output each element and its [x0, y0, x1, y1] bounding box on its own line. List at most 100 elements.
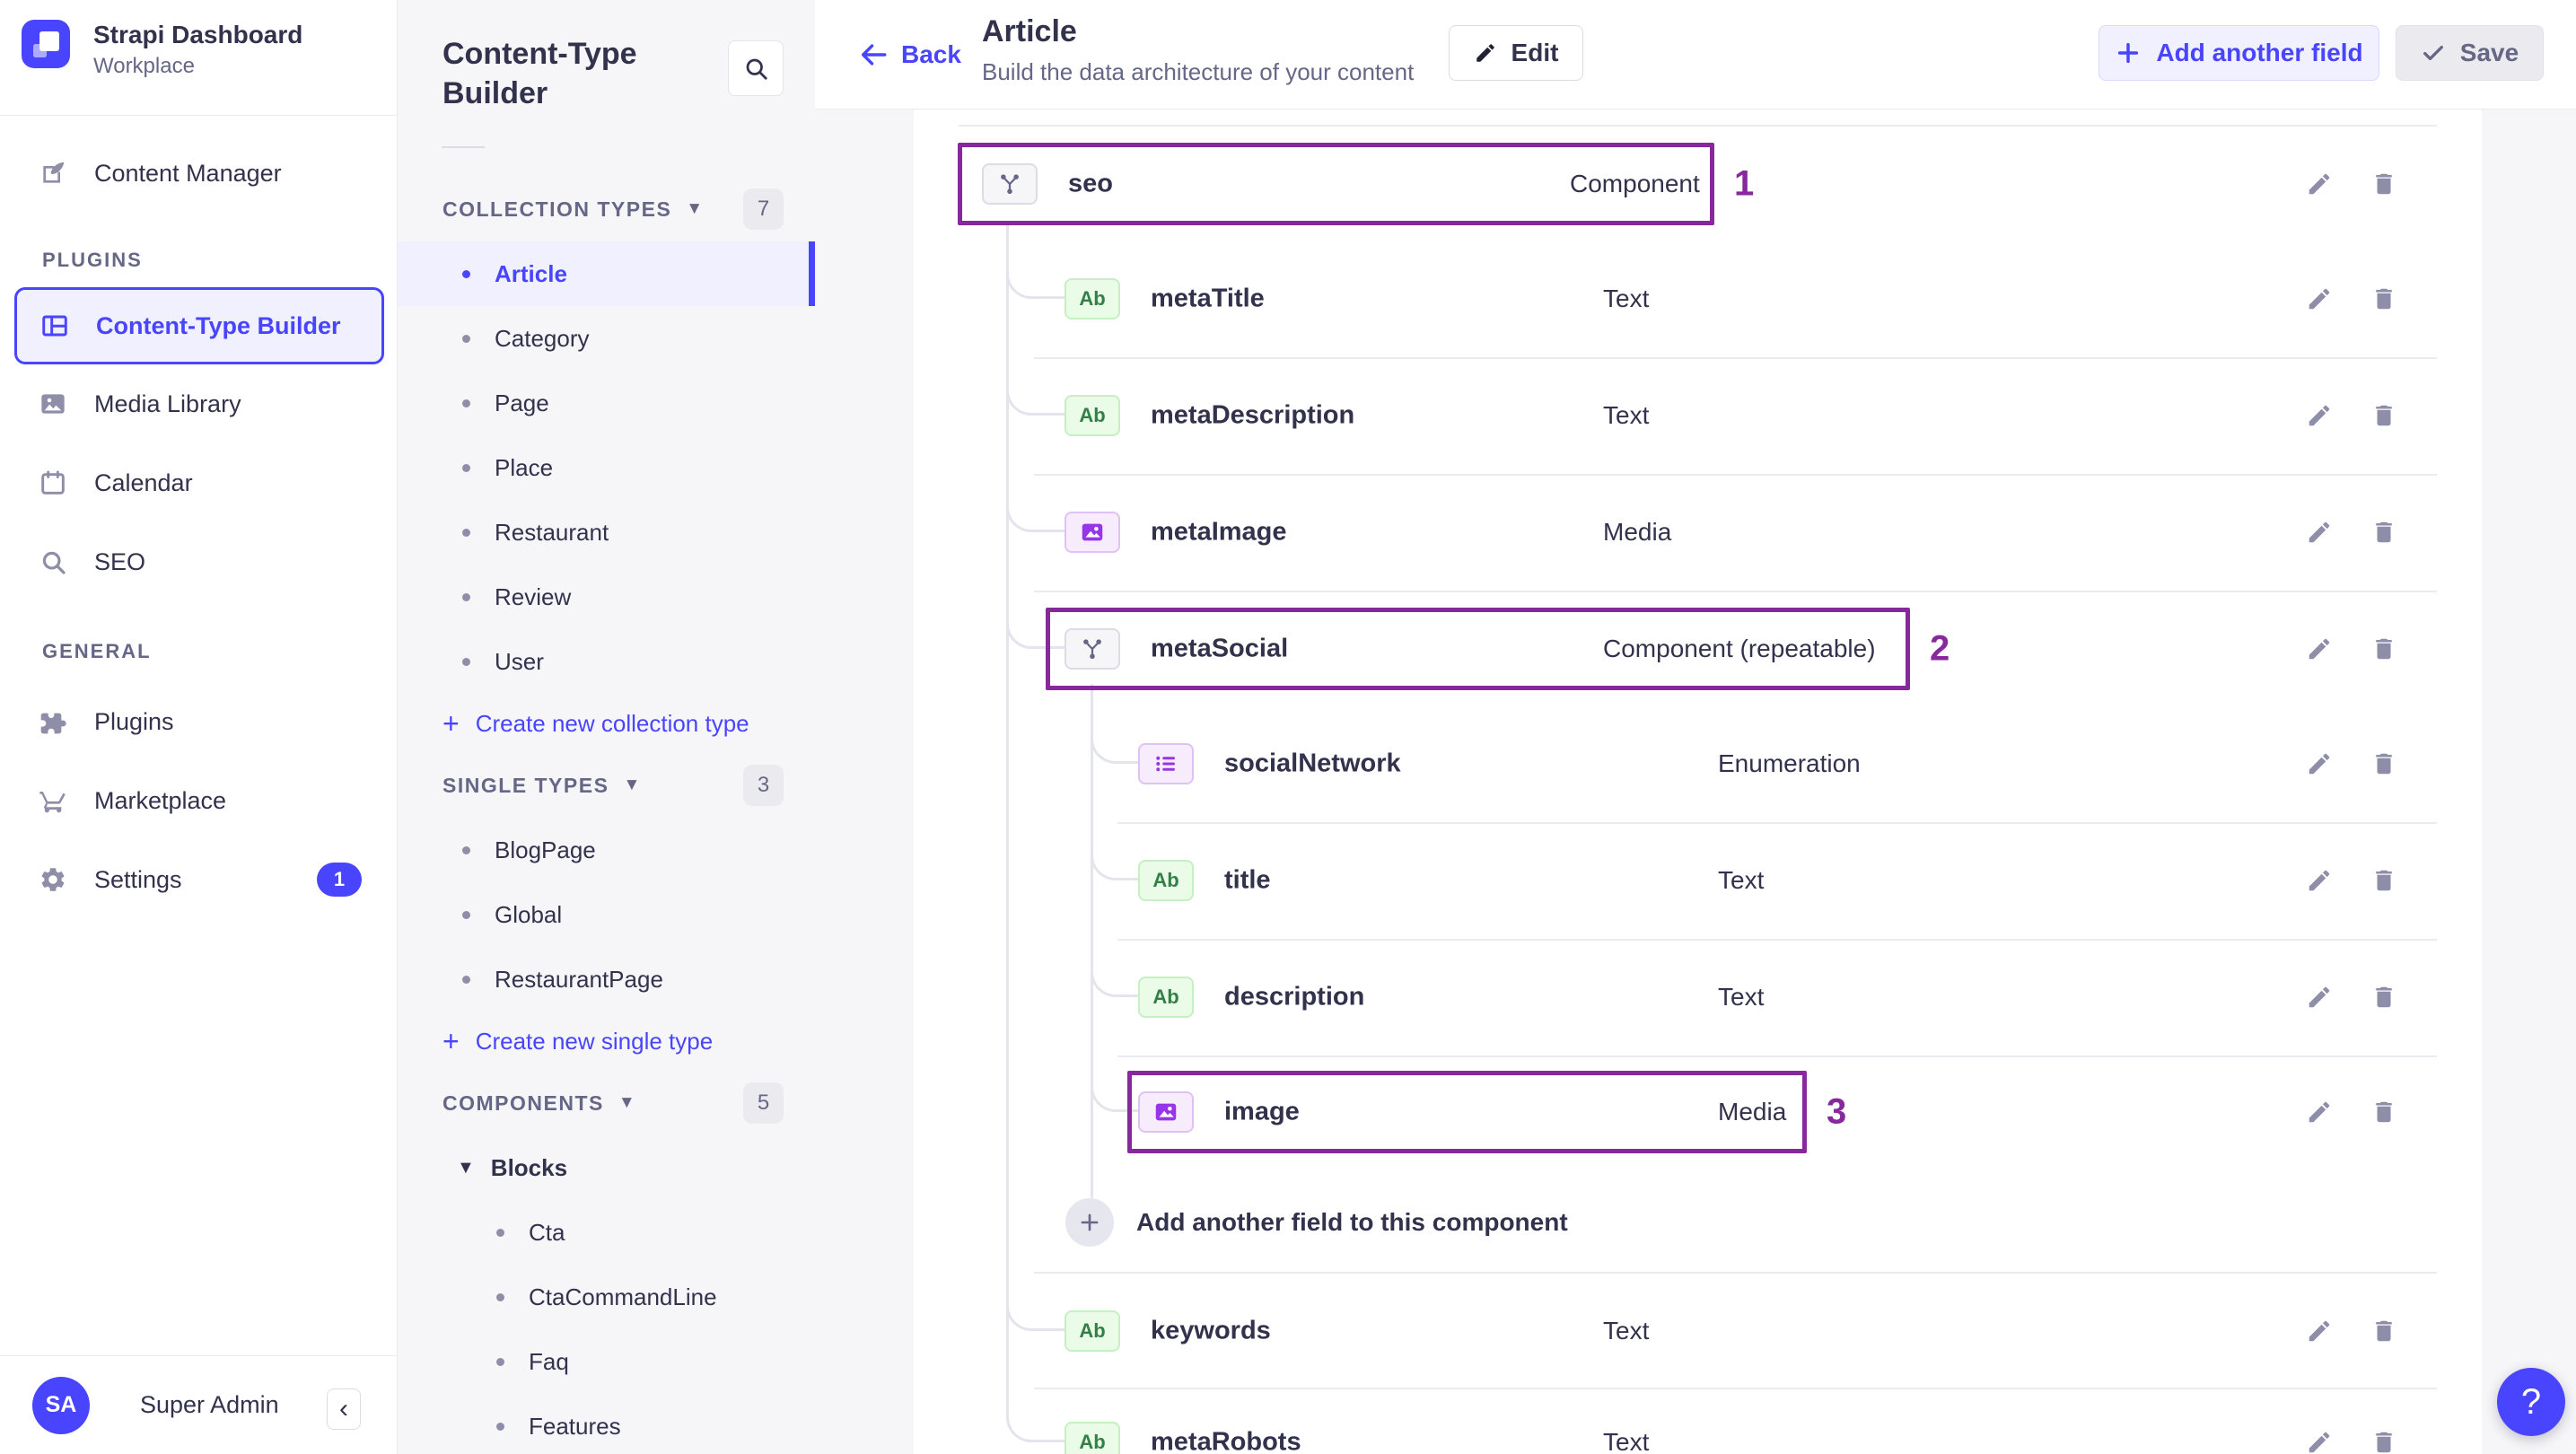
builder-section-label: COLLECTION TYPES: [442, 197, 672, 221]
delete-field-button[interactable]: [2364, 164, 2404, 204]
delete-field-button[interactable]: [2364, 1311, 2404, 1351]
bullet-icon: [462, 269, 470, 278]
workspace-name: Workplace: [93, 54, 195, 78]
delete-field-button[interactable]: [2364, 977, 2404, 1017]
builder-type-item-user[interactable]: ▼ User: [398, 629, 815, 694]
fields-panel: [914, 109, 2482, 1454]
sidebar-item-content-type-builder[interactable]: Content-Type Builder: [14, 287, 384, 364]
search-icon: [39, 547, 67, 576]
edit-button[interactable]: Edit: [1449, 25, 1583, 81]
bullet-icon: [462, 845, 470, 854]
edit-field-button[interactable]: [2300, 1092, 2339, 1132]
builder-type-item-restaurant[interactable]: ▼ Restaurant: [398, 500, 815, 565]
create-new-type-link[interactable]: + Create new collection type: [398, 694, 815, 753]
edit-field-button[interactable]: [2300, 1423, 2339, 1454]
divider: [0, 115, 398, 116]
sidebar-item-media-library[interactable]: Media Library: [0, 364, 398, 443]
grid-icon: [40, 311, 69, 340]
add-field-to-component-button[interactable]: [1065, 1198, 1114, 1247]
back-link[interactable]: Back: [858, 0, 961, 109]
create-new-type-link[interactable]: + Create new single type: [398, 1012, 815, 1071]
builder-type-item-restaurantpage[interactable]: ▼ RestaurantPage: [398, 947, 815, 1012]
add-another-field-button[interactable]: Add another field: [2098, 25, 2379, 81]
save-button[interactable]: Save: [2396, 25, 2544, 81]
plus-icon: [2115, 39, 2142, 66]
page-title: Article: [982, 14, 1077, 48]
bullet-icon: [496, 1228, 504, 1237]
edit-field-button[interactable]: [2300, 744, 2339, 784]
builder-section-header[interactable]: COMPONENTS ▼ 5: [398, 1071, 815, 1135]
builder-section-header[interactable]: SINGLE TYPES ▼ 3: [398, 753, 815, 818]
builder-type-item-blogpage[interactable]: ▼ BlogPage: [398, 818, 815, 882]
builder-type-item-ctacommandline[interactable]: ▼ CtaCommandLine: [398, 1265, 815, 1329]
builder-section-count-badge: 7: [743, 188, 784, 230]
delete-field-button[interactable]: [2364, 629, 2404, 669]
builder-type-item-faq[interactable]: ▼ Faq: [398, 1329, 815, 1394]
edit-field-button[interactable]: [2300, 977, 2339, 1017]
bullet-icon: [462, 592, 470, 601]
bullet-icon: [462, 334, 470, 343]
plus-icon: +: [442, 706, 460, 740]
workspace-brand[interactable]: Strapi Dashboard Workplace: [22, 20, 302, 79]
builder-type-item-review[interactable]: ▼ Review: [398, 565, 815, 629]
bullet-icon: [462, 975, 470, 984]
page-header: Back Article Build the data architecture…: [815, 0, 2576, 109]
delete-field-button[interactable]: [2364, 279, 2404, 319]
sidebar-item-seo[interactable]: SEO: [0, 522, 398, 601]
sidebar-item-marketplace[interactable]: Marketplace: [0, 761, 398, 840]
bullet-icon: [496, 1292, 504, 1301]
sidebar-item-calendar[interactable]: Calendar: [0, 443, 398, 522]
builder-sidebar: Content-Type Builder COLLECTION TYPES ▼ …: [398, 0, 815, 1454]
help-button[interactable]: ?: [2497, 1368, 2565, 1436]
sidebar-item-plugins[interactable]: Plugins: [0, 682, 398, 761]
puzzle-icon: [39, 707, 67, 736]
strapi-dashboard: Strapi Dashboard Workplace Content Manag…: [0, 0, 2576, 1454]
check-icon: [2421, 40, 2446, 66]
delete-field-button[interactable]: [2364, 861, 2404, 900]
delete-field-button[interactable]: [2364, 744, 2404, 784]
builder-section: SINGLE TYPES ▼ 3 ▼ BlogPage ▼ Global ▼ R…: [398, 753, 815, 1071]
edit-field-button[interactable]: [2300, 512, 2339, 552]
chevron-down-icon: ▼: [457, 1157, 475, 1178]
builder-type-item-category[interactable]: ▼ Category: [398, 306, 815, 371]
collapse-sidebar-button[interactable]: ‹: [327, 1388, 361, 1430]
sidebar-item-settings[interactable]: Settings 1: [0, 840, 398, 919]
calendar-icon: [39, 469, 67, 497]
bullet-icon: [462, 910, 470, 919]
edit-field-button[interactable]: [2300, 164, 2339, 204]
edit-field-button[interactable]: [2300, 861, 2339, 900]
main-sidebar: Strapi Dashboard Workplace Content Manag…: [0, 0, 398, 1454]
edit-field-button[interactable]: [2300, 279, 2339, 319]
bullet-icon: [462, 399, 470, 407]
bullet-icon: [462, 528, 470, 537]
edit-field-button[interactable]: [2300, 396, 2339, 435]
edit-field-button[interactable]: [2300, 1311, 2339, 1351]
plus-icon: +: [442, 1024, 460, 1057]
delete-field-button[interactable]: [2364, 1423, 2404, 1454]
builder-type-item-place[interactable]: ▼ Place: [398, 435, 815, 500]
builder-type-item-page[interactable]: ▼ Page: [398, 371, 815, 435]
builder-type-item-cta[interactable]: ▼ Cta: [398, 1200, 815, 1265]
avatar[interactable]: SA: [32, 1376, 90, 1434]
bullet-icon: [496, 1357, 504, 1366]
builder-type-item-blocks[interactable]: ▼ Blocks: [398, 1135, 815, 1200]
sidebar-item-content-manager[interactable]: Content Manager: [0, 134, 398, 213]
builder-section-count-badge: 3: [743, 765, 784, 806]
delete-field-button[interactable]: [2364, 396, 2404, 435]
builder-type-item-article[interactable]: ▼ Article: [398, 241, 815, 306]
search-icon: [742, 55, 769, 82]
builder-type-item-features[interactable]: ▼ Features: [398, 1394, 815, 1454]
sidebar-section-general: GENERAL: [42, 640, 152, 662]
sidebar-section-plugins: PLUGINS: [42, 249, 143, 271]
chevron-down-icon: ▼: [686, 199, 704, 218]
search-button[interactable]: [728, 40, 784, 96]
builder-section-header[interactable]: COLLECTION TYPES ▼ 7: [398, 177, 815, 241]
builder-type-item-global[interactable]: ▼ Global: [398, 882, 815, 947]
active-indicator: [809, 241, 815, 306]
notification-badge: 1: [317, 863, 362, 897]
picture-icon: [39, 390, 67, 418]
delete-field-button[interactable]: [2364, 1092, 2404, 1132]
edit-field-button[interactable]: [2300, 629, 2339, 669]
delete-field-button[interactable]: [2364, 512, 2404, 552]
cart-icon: [39, 786, 67, 815]
